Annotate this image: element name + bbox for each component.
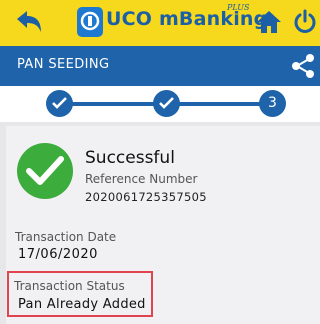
success-title: Successful — [85, 148, 175, 168]
app-title-superscript: PLUS — [227, 3, 250, 12]
uco-logo-icon — [77, 7, 103, 37]
checkmark-icon — [52, 97, 67, 109]
checkmark-icon — [159, 97, 174, 109]
home-icon[interactable] — [256, 9, 282, 35]
reference-number-value: 2020061725357505 — [85, 190, 207, 204]
transaction-date-label: Transaction Date — [15, 230, 117, 244]
share-icon[interactable] — [289, 52, 317, 80]
success-check-icon — [17, 143, 73, 199]
step-3-current: 3 — [259, 90, 286, 117]
step-2-completed — [153, 90, 180, 117]
step-1-completed — [46, 90, 73, 117]
transaction-date-value: 17/06/2020 — [18, 247, 98, 262]
back-arrow-icon[interactable] — [14, 8, 44, 38]
app-header: UCO mBanking PLUS — [0, 0, 320, 46]
power-icon[interactable] — [292, 9, 318, 35]
page-title-bar: PAN SEEDING — [0, 46, 320, 86]
reference-number-label: Reference Number — [85, 172, 198, 186]
page-title: PAN SEEDING — [17, 57, 110, 72]
transaction-status-label: Transaction Status — [14, 279, 125, 293]
transaction-status-value: Pan Already Added — [18, 297, 146, 312]
progress-stepper: 3 — [0, 86, 320, 122]
